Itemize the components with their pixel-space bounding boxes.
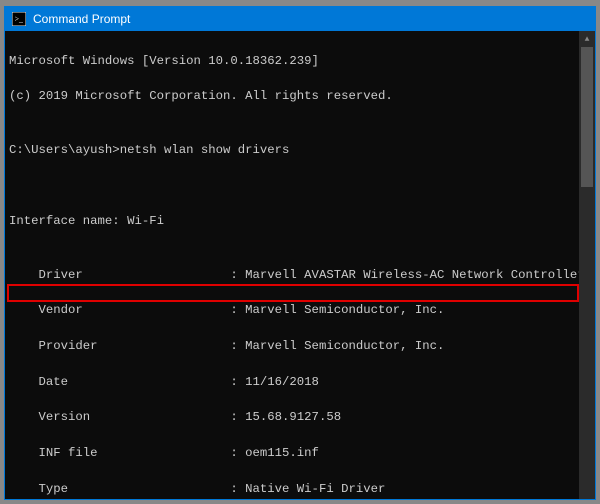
interface-name: Interface name: Wi-Fi [9,213,591,231]
svg-text:>_: >_ [15,15,23,24]
output-line: Microsoft Windows [Version 10.0.18362.23… [9,53,591,71]
prompt-path: C:\Users\ayush> [9,143,120,157]
command-prompt-window: >_ Command Prompt Microsoft Windows [Ver… [4,6,596,500]
date-line: Date : 11/16/2018 [9,374,591,392]
version-line: Version : 15.68.9127.58 [9,409,591,427]
driver-line: Driver : Marvell AVASTAR Wireless-AC Net… [9,267,591,285]
provider-line: Provider : Marvell Semiconductor, Inc. [9,338,591,356]
title-bar[interactable]: >_ Command Prompt [5,7,595,31]
vendor-line: Vendor : Marvell Semiconductor, Inc. [9,302,591,320]
terminal-output[interactable]: Microsoft Windows [Version 10.0.18362.23… [5,31,595,499]
highlight-annotation [7,284,579,302]
type-line: Type : Native Wi-Fi Driver [9,481,591,499]
inf-line: INF file : oem115.inf [9,445,591,463]
vertical-scrollbar[interactable]: ▲ [579,31,595,499]
scroll-up-button[interactable]: ▲ [579,31,595,47]
scroll-thumb[interactable] [581,47,593,187]
window-title: Command Prompt [33,12,130,26]
prompt-line: C:\Users\ayush>netsh wlan show drivers [9,142,591,160]
typed-command: netsh wlan show drivers [120,143,290,157]
output-line: (c) 2019 Microsoft Corporation. All righ… [9,88,591,106]
command-prompt-icon: >_ [11,11,27,27]
